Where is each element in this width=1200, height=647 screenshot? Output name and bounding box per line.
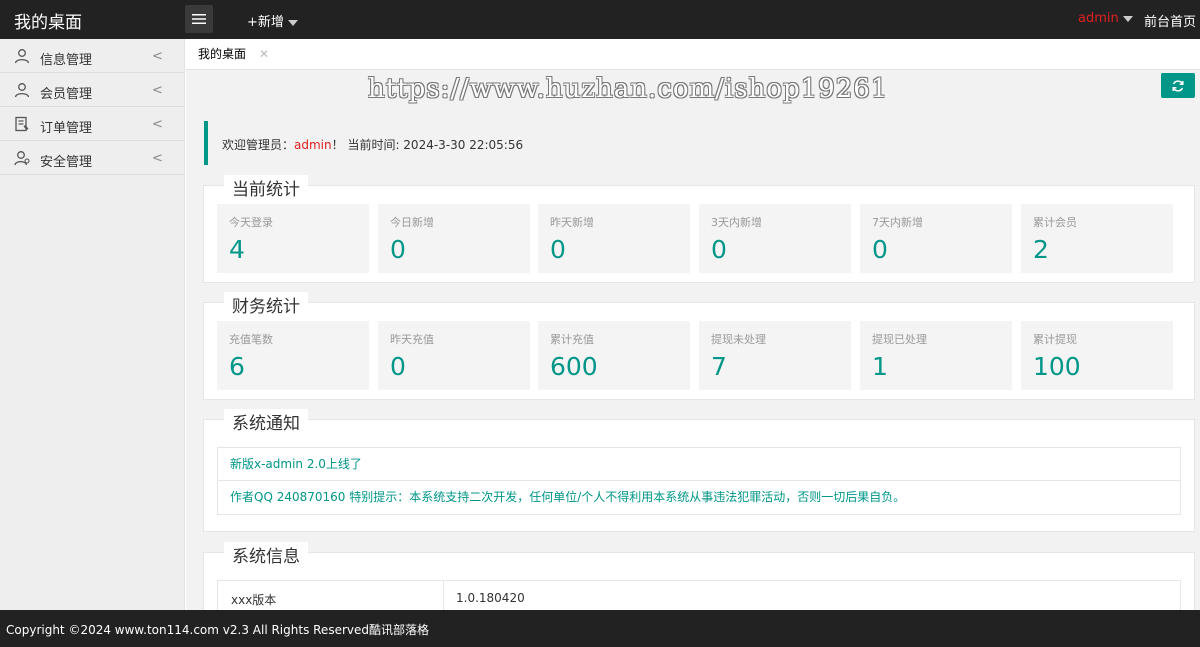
tab-bar: 我的桌面 ✕	[186, 39, 1200, 70]
add-new-menu[interactable]: +新增	[247, 11, 298, 30]
stat-value: 0	[390, 235, 406, 264]
main-content: https://www.huzhan.com/ishop19261 欢迎管理员：…	[186, 70, 1200, 610]
stat-card-today-login[interactable]: 今天登录 4	[217, 204, 369, 273]
stat-label: 今日新增	[390, 216, 434, 229]
system-notice-panel: 系统通知 新版x-admin 2.0上线了 作者QQ 240870160 特别提…	[203, 409, 1195, 532]
chevron-left-icon: <	[152, 49, 163, 64]
stat-value: 0	[550, 235, 566, 264]
stat-card-total-recharge[interactable]: 累计充值 600	[538, 321, 690, 390]
tab-my-desktop[interactable]: 我的桌面	[186, 39, 258, 70]
finance-stats-panel: 财务统计 充值笔数 6 昨天充值 0 累计充值 600 提现未处理 7 提现已处…	[203, 292, 1195, 400]
stat-value: 0	[711, 235, 727, 264]
close-icon[interactable]: ✕	[259, 39, 269, 69]
stat-card-recharge-count[interactable]: 充值笔数 6	[217, 321, 369, 390]
stat-value: 6	[229, 352, 245, 381]
sidebar-item-label: 信息管理	[40, 53, 93, 68]
frontend-home-link[interactable]: 前台首页	[1144, 11, 1196, 30]
column-divider	[443, 581, 444, 610]
stat-value: 2	[1033, 235, 1049, 264]
current-stats-title: 当前统计	[224, 175, 308, 200]
welcome-banner: 欢迎管理员：admin！ 当前时间: 2024-3-30 22:05:56	[204, 121, 1195, 165]
watermark-text: https://www.huzhan.com/ishop19261	[368, 74, 889, 104]
system-info-title: 系统信息	[224, 542, 308, 567]
system-info-table: xxx版本 1.0.180420	[217, 580, 1181, 610]
stat-card-yesterday-new[interactable]: 昨天新增 0	[538, 204, 690, 273]
finance-stats-title: 财务统计	[224, 292, 308, 317]
sidebar-item-security[interactable]: 安全管理 <	[0, 141, 184, 175]
system-info-panel: 系统信息 xxx版本 1.0.180420	[203, 542, 1195, 610]
sidebar-item-members[interactable]: 会员管理 <	[0, 73, 184, 107]
user-icon	[14, 83, 30, 98]
stat-value: 1	[872, 352, 888, 381]
stat-card-yesterday-recharge[interactable]: 昨天充值 0	[378, 321, 530, 390]
stat-label: 累计充值	[550, 333, 594, 346]
sidebar-item-label: 安全管理	[40, 155, 93, 170]
sidebar-item-label: 订单管理	[40, 121, 93, 136]
stat-label: 昨天新增	[550, 216, 594, 229]
chevron-left-icon: <	[152, 151, 163, 166]
table-row: xxx版本 1.0.180420	[218, 581, 1180, 610]
stat-value: 0	[390, 352, 406, 381]
chevron-left-icon: <	[152, 83, 163, 98]
stat-value: 0	[872, 235, 888, 264]
welcome-text: 欢迎管理员：admin！ 当前时间: 2024-3-30 22:05:56	[222, 136, 523, 153]
stat-label: 累计提现	[1033, 333, 1077, 346]
stat-label: 累计会员	[1033, 216, 1077, 229]
add-new-label: +新增	[247, 15, 284, 30]
system-notice-title: 系统通知	[224, 409, 308, 434]
stat-card-total-members[interactable]: 累计会员 2	[1021, 204, 1173, 273]
refresh-icon	[1172, 79, 1184, 92]
stat-card-withdraw-done[interactable]: 提现已处理 1	[860, 321, 1012, 390]
welcome-time: ！ 当前时间: 2024-3-30 22:05:56	[331, 138, 524, 152]
refresh-button[interactable]	[1161, 73, 1195, 98]
app-logo[interactable]: 我的桌面	[14, 8, 82, 33]
info-value: 1.0.180420	[456, 591, 525, 605]
security-user-icon	[14, 151, 30, 166]
copyright-text: Copyright ©2024 www.ton114.com v2.3 All …	[6, 623, 429, 637]
welcome-prefix: 欢迎管理员：	[222, 138, 295, 152]
notice-table: 新版x-admin 2.0上线了 作者QQ 240870160 特别提示：本系统…	[217, 447, 1181, 515]
stat-value: 7	[711, 352, 727, 381]
stat-card-7day-new[interactable]: 7天内新增 0	[860, 204, 1012, 273]
stat-value: 100	[1033, 352, 1081, 381]
caret-down-icon	[287, 19, 298, 26]
stat-card-total-withdraw[interactable]: 累计提现 100	[1021, 321, 1173, 390]
stat-card-3day-new[interactable]: 3天内新增 0	[699, 204, 851, 273]
user-icon	[14, 49, 30, 64]
stat-label: 3天内新增	[711, 216, 762, 229]
chevron-left-icon: <	[152, 117, 163, 132]
stat-label: 提现未处理	[711, 333, 766, 346]
info-key: xxx版本	[231, 593, 277, 607]
user-menu[interactable]: admin	[1078, 11, 1133, 26]
footer: Copyright ©2024 www.ton114.com v2.3 All …	[0, 610, 1200, 647]
sidebar-item-orders[interactable]: 订单管理 <	[0, 107, 184, 141]
hamburger-icon	[192, 14, 206, 24]
menu-toggle-button[interactable]	[185, 5, 213, 33]
stat-label: 提现已处理	[872, 333, 927, 346]
notice-item[interactable]: 新版x-admin 2.0上线了	[218, 448, 1180, 481]
stat-label: 充值笔数	[229, 333, 273, 346]
stat-value: 600	[550, 352, 598, 381]
stat-label: 7天内新增	[872, 216, 923, 229]
caret-down-icon	[1122, 15, 1133, 22]
stat-card-withdraw-pending[interactable]: 提现未处理 7	[699, 321, 851, 390]
order-icon	[15, 116, 29, 132]
stat-label: 今天登录	[229, 216, 273, 229]
notice-item[interactable]: 作者QQ 240870160 特别提示：本系统支持二次开发，任何单位/个人不得利…	[218, 481, 1180, 514]
stat-label: 昨天充值	[390, 333, 434, 346]
sidebar: 信息管理 < 会员管理 < 订单管理 < 安全管理 <	[0, 39, 185, 610]
current-stats-panel: 当前统计 今天登录 4 今日新增 0 昨天新增 0 3天内新增 0 7天内新增 …	[203, 175, 1195, 283]
user-name: admin	[1078, 11, 1119, 26]
top-header: 我的桌面 +新增 admin 前台首页	[0, 0, 1200, 39]
sidebar-item-info[interactable]: 信息管理 <	[0, 39, 184, 73]
sidebar-item-label: 会员管理	[40, 87, 93, 102]
welcome-admin-name: admin	[294, 138, 332, 152]
stat-card-today-new[interactable]: 今日新增 0	[378, 204, 530, 273]
stat-value: 4	[229, 235, 245, 264]
